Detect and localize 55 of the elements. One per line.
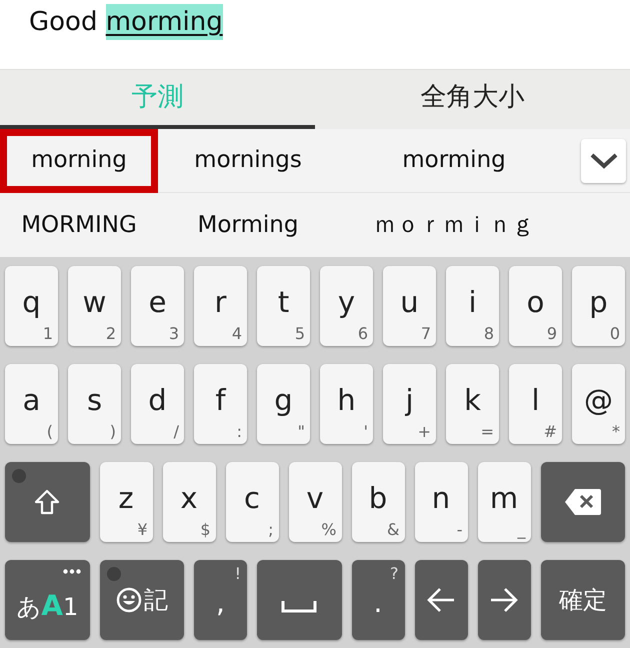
expand-button[interactable]	[581, 138, 626, 182]
letter-key[interactable]: a (	[5, 364, 58, 444]
letter-key[interactable]: y 6	[320, 266, 373, 346]
confirm-key[interactable]: 確定	[540, 560, 625, 640]
letter-key[interactable]: i 8	[446, 266, 499, 346]
candidate-word[interactable]: ｍｏｒｍｉｎｇ	[338, 193, 570, 257]
letter-key[interactable]: f :	[194, 364, 247, 444]
shift-icon	[33, 488, 62, 516]
tab[interactable]: 全角大小	[315, 70, 630, 129]
space-key[interactable]	[257, 560, 342, 640]
letter-key[interactable]: o 9	[509, 266, 562, 346]
letter-key[interactable]: u 7	[383, 266, 436, 346]
letter-key[interactable]: s )	[68, 364, 121, 444]
candidate-word[interactable]: MORMING	[0, 193, 158, 257]
text-field[interactable]: Good morming	[0, 0, 630, 69]
letter-key[interactable]: n -	[414, 462, 468, 542]
backspace-icon	[564, 489, 601, 515]
letter-key[interactable]: z ¥	[100, 462, 152, 542]
shift-key[interactable]	[5, 462, 90, 542]
letter-key[interactable]: p 0	[572, 266, 625, 346]
letter-key[interactable]: r 4	[194, 266, 247, 346]
smiley-icon	[116, 587, 142, 613]
chevron-down-icon	[590, 152, 618, 168]
letter-key[interactable]: @ *	[572, 364, 625, 444]
left-arrow-icon	[426, 587, 456, 613]
letter-key[interactable]: x $	[162, 462, 216, 542]
letter-key[interactable]: t 5	[257, 266, 310, 346]
candidate-word[interactable]: morning	[0, 128, 158, 192]
candidate-word[interactable]: mornings	[158, 128, 338, 192]
right-arrow-icon	[489, 587, 519, 613]
letter-key[interactable]: k =	[446, 364, 499, 444]
letter-key[interactable]: j +	[383, 364, 436, 444]
letter-key[interactable]: d /	[131, 364, 184, 444]
letter-key[interactable]: q 1	[5, 266, 58, 346]
letter-key[interactable]: e 3	[131, 266, 184, 346]
letter-key[interactable]: m _	[478, 462, 530, 542]
punctuation-key[interactable]: , !	[194, 560, 247, 640]
emoji-symbol-key[interactable]: 記	[100, 560, 184, 640]
letter-key[interactable]: v %	[288, 462, 342, 542]
cursor-right-key[interactable]	[478, 560, 530, 640]
input-mode-key[interactable]: あA1	[5, 560, 90, 640]
punctuation-key[interactable]: . ?	[352, 560, 404, 640]
letter-key[interactable]: c ;	[226, 462, 278, 542]
candidate-word[interactable]: Morming	[158, 193, 338, 257]
cursor-left-key[interactable]	[414, 560, 468, 640]
space-icon	[281, 601, 318, 613]
letter-key[interactable]: w 2	[68, 266, 121, 346]
letter-key[interactable]: l #	[509, 364, 562, 444]
more-dots-icon	[62, 569, 80, 574]
letter-key[interactable]: g "	[257, 364, 310, 444]
composing-text: morming	[106, 4, 223, 40]
letter-key[interactable]: h '	[320, 364, 373, 444]
letter-key[interactable]: b &	[352, 462, 404, 542]
backspace-key[interactable]	[540, 462, 625, 542]
candidate-word[interactable]: morming	[338, 128, 570, 192]
